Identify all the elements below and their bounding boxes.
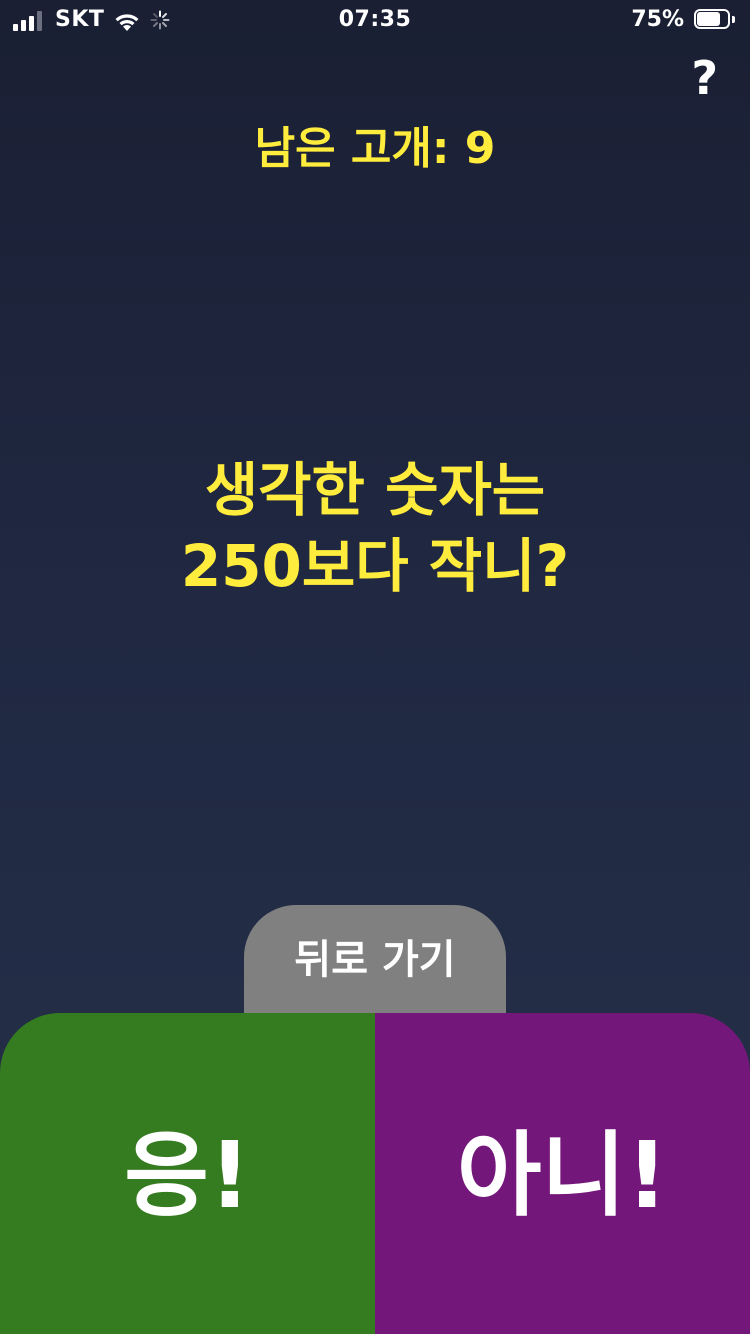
- yes-button[interactable]: 응!: [0, 1013, 375, 1334]
- status-bar: SKT 07:35 75%: [0, 0, 750, 40]
- question-text: 생각한 숫자는 250보다 작니?: [0, 452, 750, 604]
- question-line-1: 생각한 숫자는: [204, 456, 546, 524]
- no-button-label: 아니!: [456, 1122, 669, 1229]
- no-button[interactable]: 아니!: [375, 1013, 750, 1334]
- battery-icon: [694, 9, 736, 31]
- question-line-2: 250보다 작니?: [180, 532, 570, 600]
- yes-button-label: 응!: [124, 1122, 251, 1229]
- battery-percentage: 75%: [631, 7, 684, 32]
- back-button-label: 뒤로 가기: [294, 937, 456, 983]
- help-button[interactable]: ?: [691, 55, 718, 101]
- remaining-questions-counter: 남은 고개: 9: [254, 123, 496, 174]
